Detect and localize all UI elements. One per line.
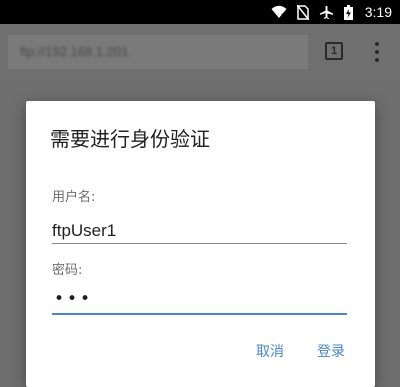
- cancel-button[interactable]: 取消: [250, 337, 290, 365]
- overflow-menu-icon[interactable]: [371, 42, 383, 62]
- login-button[interactable]: 登录: [311, 337, 351, 365]
- browser-toolbar: ftp://192.168.1.201 1: [0, 24, 400, 80]
- battery-charging-icon: [343, 4, 353, 20]
- tab-switcher-icon[interactable]: 1: [325, 42, 343, 60]
- dialog-title: 需要进行身份验证: [50, 127, 210, 151]
- status-icons: 3:19: [271, 0, 392, 24]
- airplane-mode-icon: [319, 5, 333, 19]
- url-bar[interactable]: ftp://192.168.1.201: [8, 35, 308, 69]
- status-time: 3:19: [364, 4, 392, 20]
- auth-dialog: 需要进行身份验证 用户名: 密码: ••• 取消 登录: [26, 101, 375, 387]
- no-sim-icon: [296, 4, 309, 20]
- password-field[interactable]: [52, 289, 347, 315]
- username-field[interactable]: [52, 220, 347, 244]
- username-label: 用户名:: [52, 190, 96, 205]
- url-text: ftp://192.168.1.201: [20, 44, 129, 59]
- password-label: 密码:: [52, 263, 83, 278]
- status-bar: 3:19: [0, 0, 400, 24]
- wifi-icon: [271, 5, 287, 19]
